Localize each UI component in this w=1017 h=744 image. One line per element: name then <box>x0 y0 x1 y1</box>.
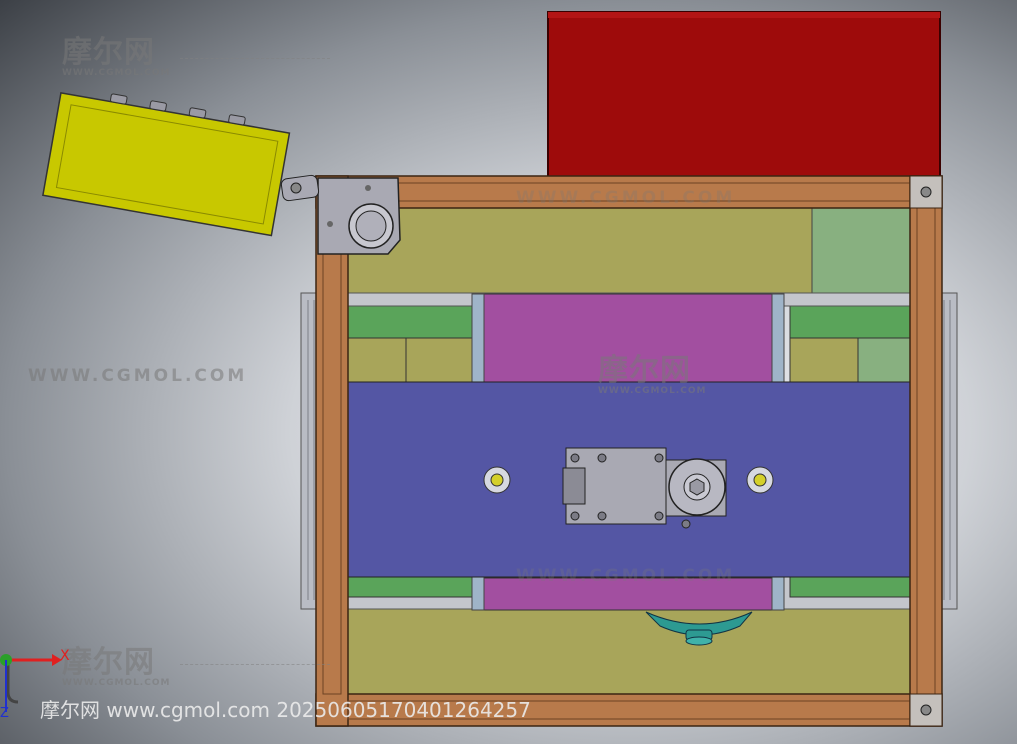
top-right-green-panel <box>811 207 911 295</box>
bottom-olive-panel <box>347 607 911 697</box>
cad-viewport[interactable]: 摩尔网 WWW.CGMOL.COM 摩尔网 WWW.CGMOL.COM WWW.… <box>0 0 1017 744</box>
bottom-magenta-pad <box>483 577 773 611</box>
image-caption: 摩尔网 www.cgmol.com 20250605170401264257 <box>40 698 531 722</box>
frame-top-beam <box>315 175 943 209</box>
right-green-rail <box>789 305 911 339</box>
top-magenta-pad <box>483 293 773 383</box>
x-axis-label: X <box>60 648 70 664</box>
motor-shaft <box>562 467 586 505</box>
frame-left-post <box>315 175 349 727</box>
yellow-control-box <box>42 91 291 237</box>
frame-right-post <box>909 175 943 727</box>
red-enclosure <box>547 11 941 183</box>
watermark-divider <box>180 664 330 665</box>
z-axis-label: Z <box>0 706 9 721</box>
top-olive-panel <box>347 207 813 295</box>
watermark-divider <box>180 58 330 59</box>
assembly-drawing <box>42 11 958 727</box>
left-green-rail <box>347 305 473 339</box>
